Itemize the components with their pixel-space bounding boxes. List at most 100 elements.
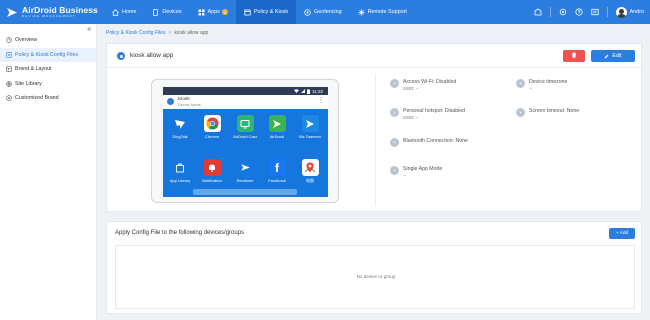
sidebar-item-label: Brand & Layout	[15, 66, 52, 73]
edit-button[interactable]: Edit	[591, 50, 635, 62]
app-tile: 地图	[295, 159, 325, 184]
sidebar-item-brand-layout[interactable]: Brand & Layout	[0, 62, 96, 77]
user-avatar[interactable]	[615, 6, 627, 18]
nav-policy-kiosk[interactable]: Policy & Kiosk	[235, 0, 297, 24]
nav-geofencing-label: Geofencing	[314, 9, 342, 15]
main-nav: Home Devices Apps 1 Policy & Kiosk Geofe…	[104, 0, 415, 24]
property-title: Bluetooth Connection: None	[403, 138, 468, 144]
airdroid-icon	[268, 115, 286, 132]
config-card-header: kiosk allow app Edit	[107, 44, 641, 68]
device-group-list: No device or group	[115, 245, 635, 309]
brand-logo[interactable]: AirDroid Business DEVICE MANAGEMENT	[0, 0, 104, 24]
kiosk-device-name: Device Name	[178, 102, 201, 107]
app-library-icon	[171, 159, 189, 176]
breadcrumb-current: kiosk allow app	[174, 30, 209, 36]
device-screen: 11:32 Kiosk Device Name ⋮ DingTalk Chrom…	[163, 87, 328, 197]
top-navigation-bar: AirDroid Business DEVICE MANAGEMENT Home…	[0, 0, 650, 24]
app-label: Reviewer	[236, 178, 254, 183]
wifi-icon: •	[390, 79, 399, 88]
config-file-card: kiosk allow app Edit 11:32 Kiosk Device …	[106, 43, 642, 212]
delete-button[interactable]	[563, 50, 585, 62]
toolbar-divider-2	[606, 7, 608, 17]
apply-config-card: Apply Config File to the following devic…	[106, 221, 642, 314]
app-label: Notification	[202, 178, 222, 183]
customized-brand-icon	[6, 95, 12, 101]
section-divider	[375, 74, 376, 206]
kiosk-logo-icon	[167, 98, 174, 105]
help-icon[interactable]	[575, 8, 583, 16]
policy-icon	[244, 9, 251, 16]
screen-timeout-icon: •	[516, 108, 525, 117]
property-sub: --	[529, 85, 532, 91]
app-tile: App Library	[165, 159, 195, 183]
app-label: DingTalk	[172, 134, 188, 139]
breadcrumb-parent-link[interactable]: Policy & Kiosk Config Files	[106, 30, 165, 36]
edit-icon	[604, 54, 609, 59]
sidebar-item-label: Policy & Kiosk Config Files	[15, 51, 78, 58]
sidebar-item-overview[interactable]: Overview	[0, 33, 96, 48]
settings-icon[interactable]	[559, 8, 567, 16]
toolbar-divider	[549, 7, 551, 17]
app-label: AirDroid Cast	[233, 134, 257, 139]
nav-geofencing[interactable]: Geofencing	[296, 0, 350, 24]
config-files-icon	[6, 52, 12, 58]
property-title: Single App Mode	[403, 166, 443, 172]
config-title: kiosk allow app	[130, 52, 174, 59]
sidebar-menu: Overview Policy & Kiosk Config Files Bra…	[0, 33, 96, 106]
property-title: Screen timeout: None	[529, 108, 580, 114]
more-vertical-icon: ⋮	[318, 98, 324, 104]
kiosk-app-grid: DingTalk Chrome AirDroid Cast AirDroid B…	[163, 109, 328, 197]
reviewer-icon	[236, 159, 254, 176]
property-bluetooth: • Bluetooth Connection: None	[390, 138, 468, 147]
organization-icon[interactable]	[534, 8, 542, 16]
device-preview: 11:32 Kiosk Device Name ⋮ DingTalk Chrom…	[151, 79, 339, 203]
sidebar-item-customized-brand[interactable]: Customized Brand	[0, 91, 96, 106]
property-title: Access Wi-Fi: Disabled	[403, 79, 457, 85]
status-time: 11:32	[312, 89, 323, 94]
airdroid-cast-icon	[236, 115, 254, 132]
app-label: Facebook	[268, 178, 286, 183]
breadcrumb: Policy & Kiosk Config Files > kiosk allow …	[106, 30, 208, 36]
app-tile: Chrome	[197, 115, 227, 139]
brand-subtitle: DEVICE MANAGEMENT	[22, 14, 76, 19]
geofencing-icon	[304, 8, 311, 16]
sidebar-item-site-library[interactable]: Site Library	[0, 77, 96, 92]
app-tile: Notification	[197, 159, 227, 183]
airdroid-logo-icon	[6, 7, 18, 18]
facebook-icon: f	[268, 159, 286, 176]
nav-devices-label: Devices	[162, 9, 182, 15]
nav-apps[interactable]: Apps 1	[190, 0, 236, 24]
sidebar-item-config-files[interactable]: Policy & Kiosk Config Files	[0, 47, 96, 62]
messages-icon[interactable]	[591, 8, 599, 16]
nav-devices[interactable]: Devices	[144, 0, 189, 24]
hotspot-icon: •	[390, 108, 399, 117]
overview-icon	[6, 37, 12, 43]
app-label: App Library	[169, 178, 191, 183]
sidebar: « Overview Policy & Kiosk Config Files B…	[0, 24, 97, 320]
brand-title: AirDroid Business	[22, 4, 98, 15]
remote-support-icon	[358, 9, 365, 16]
property-hotspot: • Personal hotspot: Disabled SSID: --	[390, 108, 465, 120]
nav-home-label: Home	[122, 9, 137, 15]
site-library-icon	[6, 81, 12, 87]
top-right-tools: Andro	[526, 0, 644, 24]
wifi-status-icon	[294, 89, 300, 94]
app-tile: f Facebook	[262, 159, 292, 183]
nav-remote-support[interactable]: Remote Support	[350, 0, 415, 24]
notification-icon	[203, 159, 221, 176]
user-name[interactable]: Andro	[630, 9, 644, 15]
status-bar: 11:32	[163, 87, 328, 95]
property-sub: SSID: --	[403, 85, 419, 91]
property-sub: SSID: --	[403, 114, 419, 120]
signal-status-icon	[301, 89, 306, 94]
sidebar-item-label: Overview	[15, 37, 38, 44]
clock-icon: •	[516, 79, 525, 88]
collapse-sidebar-icon[interactable]: «	[87, 26, 91, 33]
nav-policy-kiosk-label: Policy & Kiosk	[253, 9, 289, 15]
sidebar-item-label: Customized Brand	[15, 95, 59, 102]
chrome-icon	[203, 115, 221, 132]
add-button[interactable]: + Add	[609, 228, 635, 239]
kiosk-title: Kiosk	[178, 96, 190, 102]
devices-icon	[152, 8, 159, 16]
nav-home[interactable]: Home	[104, 0, 144, 24]
